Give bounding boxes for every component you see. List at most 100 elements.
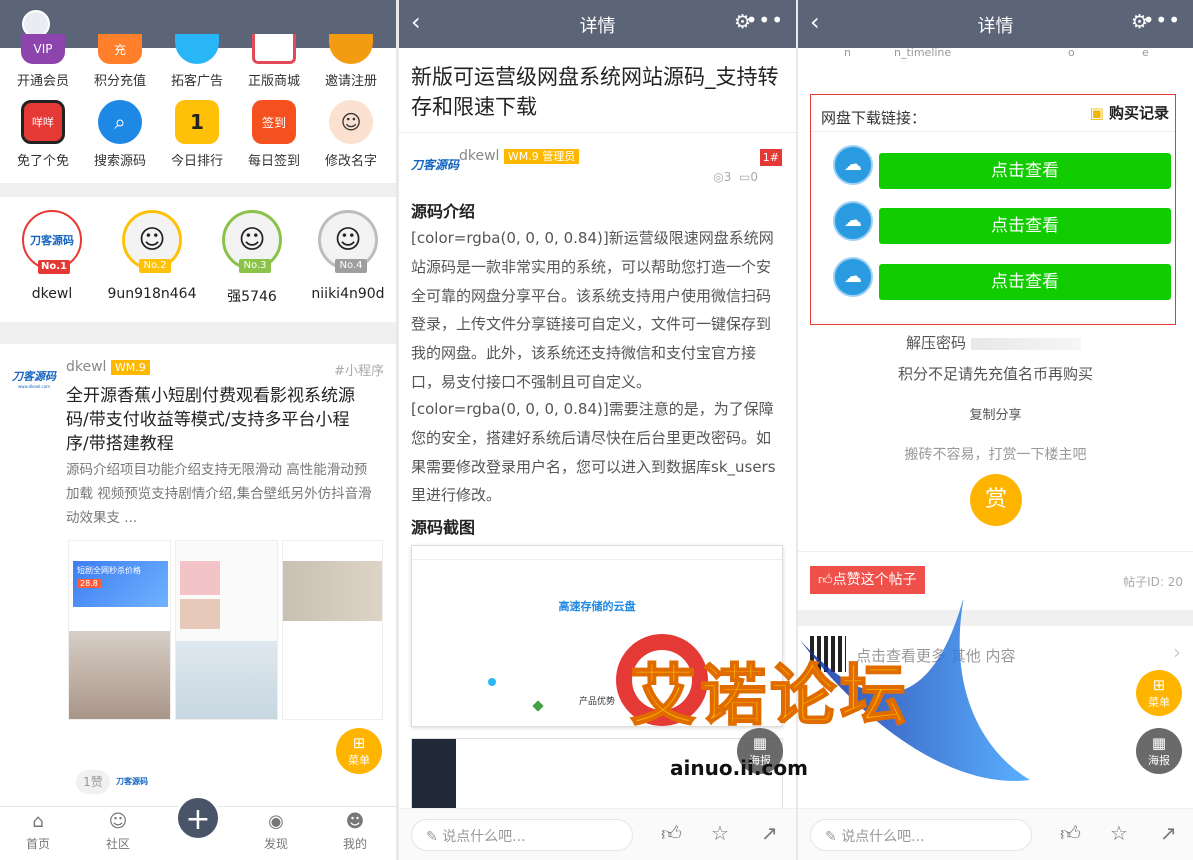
coins-icon: ▣ <box>1089 104 1104 122</box>
tab-community[interactable]: ☺ 社区 <box>88 811 148 852</box>
tab-home[interactable]: ⌂ 首页 <box>8 811 68 852</box>
tab-discover[interactable]: ◉ 发现 <box>246 811 306 852</box>
post-tag[interactable]: #小程序 <box>334 360 384 379</box>
view-link-button-1[interactable]: 点击查看 <box>879 153 1171 189</box>
fab-label: 菜单 <box>1148 696 1170 709</box>
post-title[interactable]: 全开源香蕉小短剧付费观看影视系统源码/带支付收益等模式/支持多平台小程序/带搭建… <box>66 384 372 456</box>
more-icon[interactable]: ••• <box>1143 8 1181 32</box>
col: e <box>1142 46 1149 59</box>
more-icon[interactable]: ••• <box>746 8 784 32</box>
grid-item-recharge[interactable]: 充 积分充值 <box>85 34 155 89</box>
chat-icon: ☺ <box>108 811 128 832</box>
view-count: 3 <box>723 170 732 184</box>
divider <box>399 132 796 133</box>
add-post-button[interactable]: + <box>175 795 221 841</box>
cloud-icon: ☁ <box>833 145 873 185</box>
rank-name: niiki4n90d <box>311 286 385 302</box>
user-icon: ☻ <box>345 811 365 832</box>
comment-input[interactable]: ✎ 说点什么吧... <box>411 819 633 851</box>
thumb-photo <box>180 561 220 595</box>
rank-name: 9un918n464 <box>107 286 197 302</box>
tab-label: 发现 <box>263 837 288 851</box>
grid-item-vip[interactable]: VIP 开通会员 <box>8 34 78 89</box>
grid-icon: ⊞ <box>1152 676 1166 694</box>
grid-item-checkin[interactable]: 签到 每日签到 <box>239 100 309 169</box>
poster-fab[interactable]: ▦ 海报 <box>737 728 783 774</box>
like-post-label: 点赞这个帖子 <box>832 572 917 588</box>
grid-item-rename[interactable]: ☺ 修改名字 <box>316 100 386 169</box>
grid-item-search[interactable]: ⌕ 搜索源码 <box>85 100 155 169</box>
grid-label: 拓客广告 <box>170 74 223 89</box>
post-thumbnail-3[interactable] <box>282 540 383 720</box>
buy-record-label: 购买记录 <box>1108 104 1169 122</box>
logo-sub: www.dkewl.com <box>17 384 51 389</box>
grid-item-invite[interactable]: 邀请注册 <box>316 34 386 89</box>
rank-user-1[interactable]: 刀客源码 No.1 dkewl <box>4 210 100 302</box>
admin-badge: WM.9 管理员 <box>503 149 580 164</box>
chevron-right-icon[interactable]: › <box>1173 640 1181 664</box>
banner-text: 短剧全网秒杀价格 <box>77 566 141 575</box>
download-label: 网盘下载链接： <box>821 109 927 127</box>
post-thumbnail-2[interactable] <box>175 540 278 720</box>
screenshot-image-1[interactable]: 高速存储的云盘 产品优势 <box>411 545 783 727</box>
reward-button[interactable]: 赏 <box>970 474 1022 526</box>
qr-code[interactable] <box>810 636 846 672</box>
star-icon[interactable]: ☆ <box>711 821 729 845</box>
shape-decoration <box>488 678 496 686</box>
liker-avatar: 刀客源码 <box>116 777 148 786</box>
pencil-icon: ✎ <box>825 829 837 845</box>
search-globe-icon: ⌕ <box>98 100 142 144</box>
screenshot-subheading: 产品优势 <box>578 697 615 707</box>
author-logo[interactable]: 刀客源码 <box>411 156 459 173</box>
rank-no: No.4 <box>335 259 367 273</box>
post-title: 新版可运营级网盘系统网站源码_支持转存和限速下载 <box>411 65 779 119</box>
menu-fab[interactable]: ⊞ 菜单 <box>1136 670 1182 716</box>
post-excerpt[interactable]: 源码介绍项目功能介绍支持无限滑动 高性能滑动预加载 视频预览支持剧情介绍,集合壁… <box>66 458 376 530</box>
star-icon[interactable]: ☆ <box>1110 821 1128 845</box>
divider <box>798 551 1193 552</box>
like-pill[interactable]: 1赞 <box>76 770 110 794</box>
post-author[interactable]: dkewl <box>66 359 106 375</box>
comment-placeholder: 说点什么吧... <box>841 829 925 845</box>
view-link-button-3[interactable]: 点击查看 <box>879 264 1171 300</box>
thumbs-up-icon[interactable]: 👍︎ <box>1060 821 1081 846</box>
view-link-button-2[interactable]: 点击查看 <box>879 208 1171 244</box>
share-icon[interactable]: ↗ <box>1160 821 1177 845</box>
see-more-link[interactable]: 点击查看更多 其他 内容 <box>856 645 1016 666</box>
buy-record-link[interactable]: ▣ 购买记录 <box>1090 102 1169 123</box>
grid-item-free[interactable]: 咩咩 免了个免 <box>8 100 78 169</box>
rank-user-3[interactable]: ☺ No.3 强5746 <box>204 210 300 306</box>
home-icon: ⌂ <box>32 811 44 832</box>
grid-item-mall[interactable]: 正版商城 <box>239 34 309 89</box>
vip-icon: VIP <box>21 34 65 64</box>
floor-badge: 1# <box>759 149 782 166</box>
grid-item-ads[interactable]: 拓客广告 <box>162 34 232 89</box>
comment-input[interactable]: ✎ 说点什么吧... <box>810 819 1032 851</box>
screenshot-image-2[interactable] <box>411 738 783 818</box>
post-paragraph-1: [color=rgba(0, 0, 0, 0.84)]新运营级限速网盘系统网站源… <box>411 229 774 391</box>
menu-fab[interactable]: ⊞ 菜单 <box>336 728 382 774</box>
avatar: ☺ No.4 <box>318 210 378 273</box>
like-post-button[interactable]: 👍︎点赞这个帖子 <box>810 566 925 594</box>
invite-icon <box>329 34 373 64</box>
share-icon[interactable]: ↗ <box>761 821 778 845</box>
comment-icon: ▭ <box>739 170 751 184</box>
thumbs-up-icon[interactable]: 👍︎ <box>661 821 682 846</box>
post-author-logo[interactable]: 刀客源码 www.dkewl.com <box>12 368 56 389</box>
crown-icon: 1 <box>175 100 219 144</box>
post-author[interactable]: dkewl <box>459 148 499 164</box>
comment-bar: ✎ 说点什么吧... 👍︎ ☆ ↗ <box>399 808 796 860</box>
poster-fab[interactable]: ▦ 海报 <box>1136 728 1182 774</box>
rank-user-2[interactable]: ☺ No.2 9un918n464 <box>104 210 200 302</box>
divider <box>0 183 396 197</box>
post-author-line: dkewl WM.9 <box>66 359 150 375</box>
post-thumbnail-1[interactable]: 短剧全网秒杀价格 28.8 <box>68 540 171 720</box>
avatar: ☺ No.2 <box>122 210 182 273</box>
download-box: 网盘下载链接： ▣ 购买记录 ☁ 点击查看 ☁ 点击查看 ☁ 点击查看 <box>810 94 1176 325</box>
tab-mine[interactable]: ☻ 我的 <box>325 811 385 852</box>
grid-item-ranking[interactable]: 1 今日排行 <box>162 100 232 169</box>
copy-share-link[interactable]: 复制分享 <box>798 404 1193 423</box>
rank-user-4[interactable]: ☺ No.4 niiki4n90d <box>300 210 396 302</box>
checkin-icon: 签到 <box>252 100 296 144</box>
avatar: ☺ No.3 <box>222 210 282 273</box>
